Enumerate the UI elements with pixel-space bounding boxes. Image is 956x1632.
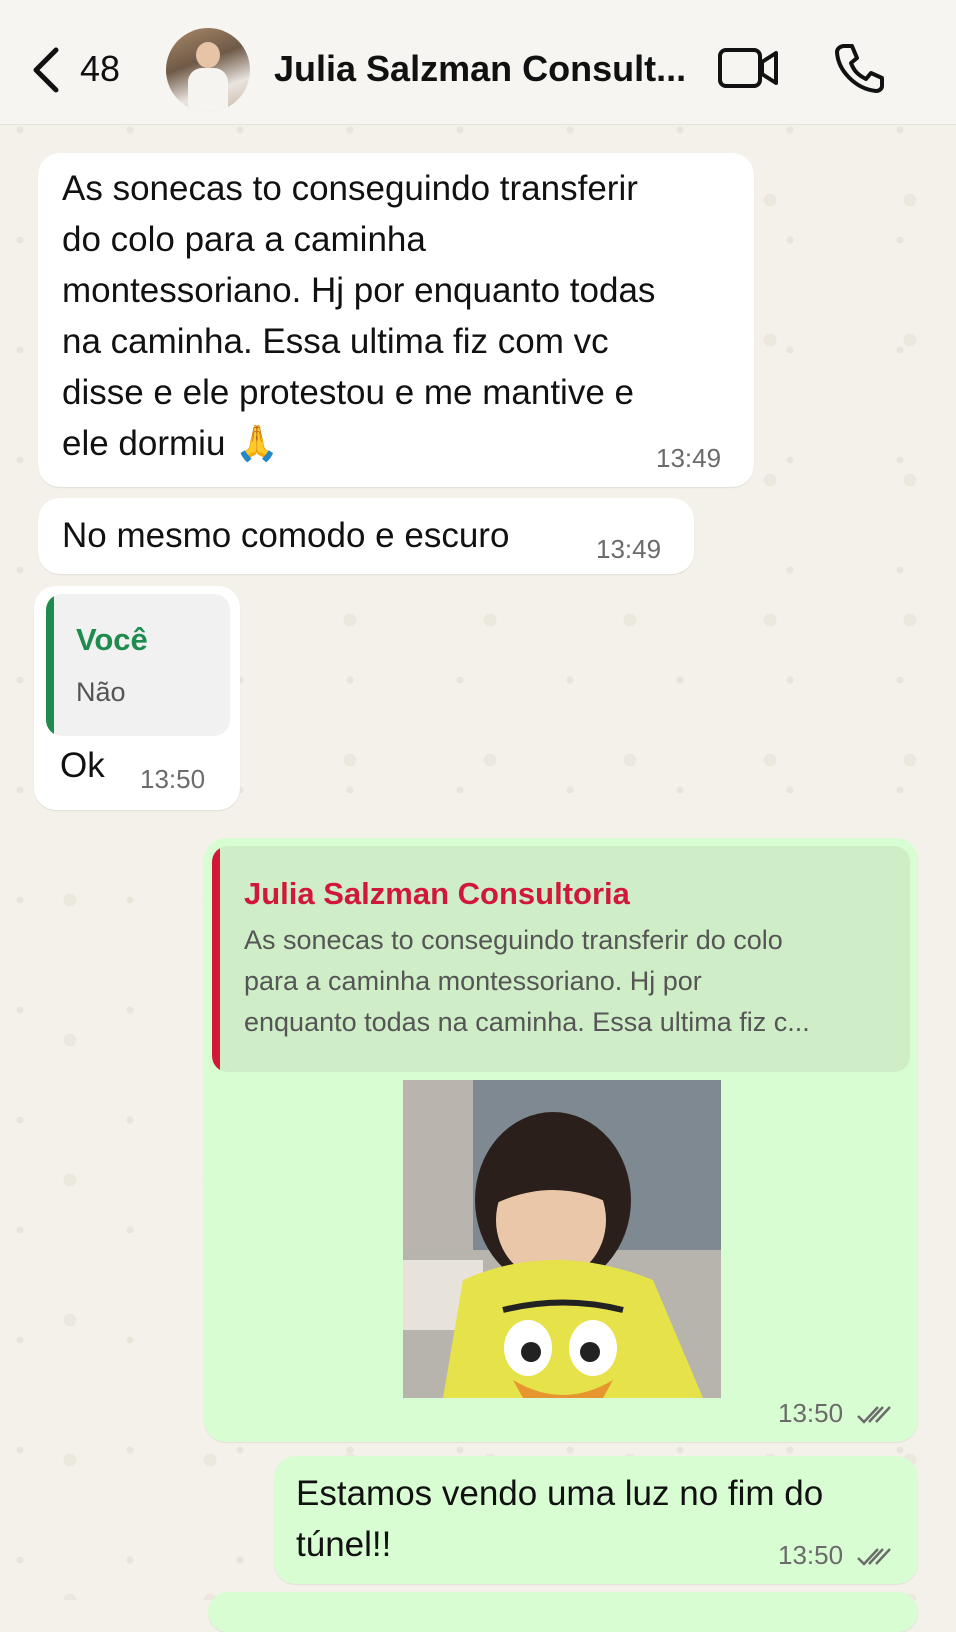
double-check-icon [857, 1548, 892, 1566]
message-time: 13:49 [596, 534, 662, 564]
quote-author: Julia Salzman Consultoria [244, 876, 630, 911]
contact-name[interactable]: Julia Salzman Consult... [274, 48, 690, 90]
chat-header: 48 Julia Salzman Consult... [0, 0, 956, 125]
gif-thumbnail[interactable] [403, 1080, 721, 1398]
message-text: Ok [60, 746, 105, 785]
back-chevron-icon[interactable] [26, 44, 66, 96]
gif-child-image [403, 1080, 721, 1398]
message-time: 13:50 [778, 1398, 892, 1429]
message-text: No mesmo comodo e escuro [62, 516, 510, 555]
unread-count[interactable]: 48 [80, 48, 120, 90]
quoted-message[interactable]: Você Não [46, 594, 230, 736]
quote-author: Você [76, 622, 148, 657]
quote-text: Não [76, 677, 126, 707]
message-time: 13:50 [778, 1540, 892, 1571]
quoted-message[interactable]: Julia Salzman Consultoria As sonecas to … [212, 846, 910, 1072]
message-bubble-outgoing-partial[interactable] [208, 1592, 918, 1632]
video-call-icon[interactable] [718, 46, 780, 90]
message-bubble-incoming[interactable]: Você Não Ok 13:50 [34, 586, 240, 810]
message-time: 13:50 [140, 764, 206, 794]
quote-text: As sonecas to conseguindo transferir do … [244, 925, 810, 1037]
phone-icon[interactable] [834, 42, 884, 94]
message-bubble-outgoing[interactable]: Estamos vendo uma luz no fim do túnel!! … [274, 1456, 918, 1584]
message-bubble-incoming[interactable]: As sonecas to conseguindo transferir do … [38, 153, 754, 487]
double-check-icon [857, 1406, 892, 1424]
contact-avatar[interactable] [166, 28, 250, 112]
message-text: As sonecas to conseguindo transferir do … [62, 169, 656, 463]
message-time: 13:49 [656, 443, 722, 473]
message-bubble-incoming[interactable]: No mesmo comodo e escuro 13:49 [38, 498, 694, 574]
